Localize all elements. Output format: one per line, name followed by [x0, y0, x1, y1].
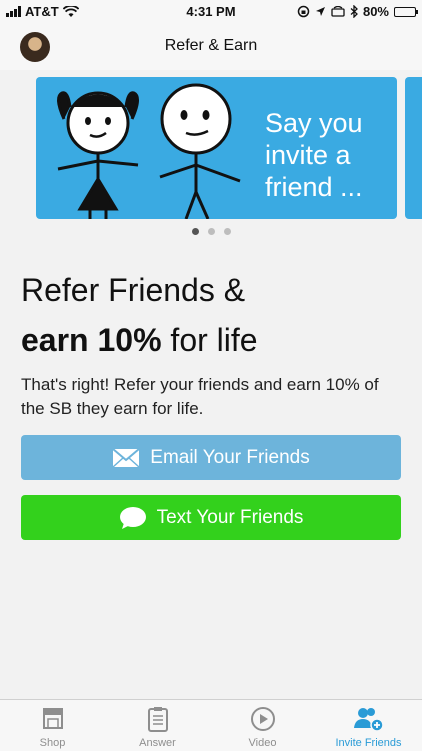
stick-figures-illustration [57, 83, 241, 219]
promo-carousel[interactable]: Say you invite a friend ... [0, 70, 422, 245]
text-button-label: Text Your Friends [156, 506, 304, 528]
location-icon [315, 7, 325, 16]
slide-caption: Say you invite a friend ... [265, 108, 363, 202]
email-friends-button[interactable]: Email Your Friends [21, 435, 401, 480]
tab-video[interactable]: Video [210, 700, 315, 751]
pagination-dot[interactable] [191, 228, 199, 235]
envelope-icon [112, 447, 140, 468]
email-button-label: Email Your Friends [150, 446, 310, 468]
carousel-slide[interactable]: Say you invite a friend ... [36, 77, 397, 219]
status-bar: AT&T 4:31 PM 80% [0, 0, 422, 22]
carousel-pagination [0, 228, 422, 235]
shop-icon [42, 708, 63, 729]
tab-answer[interactable]: Answer [105, 700, 210, 751]
clipboard-icon [147, 707, 168, 732]
headline-rest: for life [161, 322, 258, 358]
tab-bar: Shop Answer Video Invite Friends [0, 699, 422, 751]
rotation-lock-icon [297, 5, 310, 18]
add-friends-icon [353, 708, 384, 732]
tty-icon [331, 6, 345, 17]
text-friends-button[interactable]: Text Your Friends [21, 495, 401, 540]
chat-bubble-icon [119, 506, 146, 529]
tab-label: Video [248, 737, 277, 749]
tab-shop[interactable]: Shop [0, 700, 105, 751]
headline-highlight: earn 10% [21, 322, 162, 358]
headline-subline: earn 10% for life [21, 322, 258, 359]
tab-label: Answer [139, 737, 176, 749]
pagination-dot[interactable] [223, 228, 231, 235]
description: That's right! Refer your friends and ear… [21, 375, 379, 418]
play-icon [250, 707, 275, 731]
tab-label: Invite Friends [335, 737, 402, 749]
battery-percent: 80% [362, 4, 389, 19]
navigation-bar: Refer & Earn [0, 22, 422, 71]
battery-icon [394, 6, 418, 17]
carousel-next-slide[interactable] [405, 77, 422, 219]
page-title: Refer & Earn [164, 37, 258, 54]
bluetooth-icon [350, 5, 358, 18]
headline: Refer Friends & [21, 272, 246, 308]
pagination-dot[interactable] [207, 228, 215, 235]
tab-label: Shop [39, 737, 66, 749]
tab-invite-friends[interactable]: Invite Friends [315, 700, 422, 751]
